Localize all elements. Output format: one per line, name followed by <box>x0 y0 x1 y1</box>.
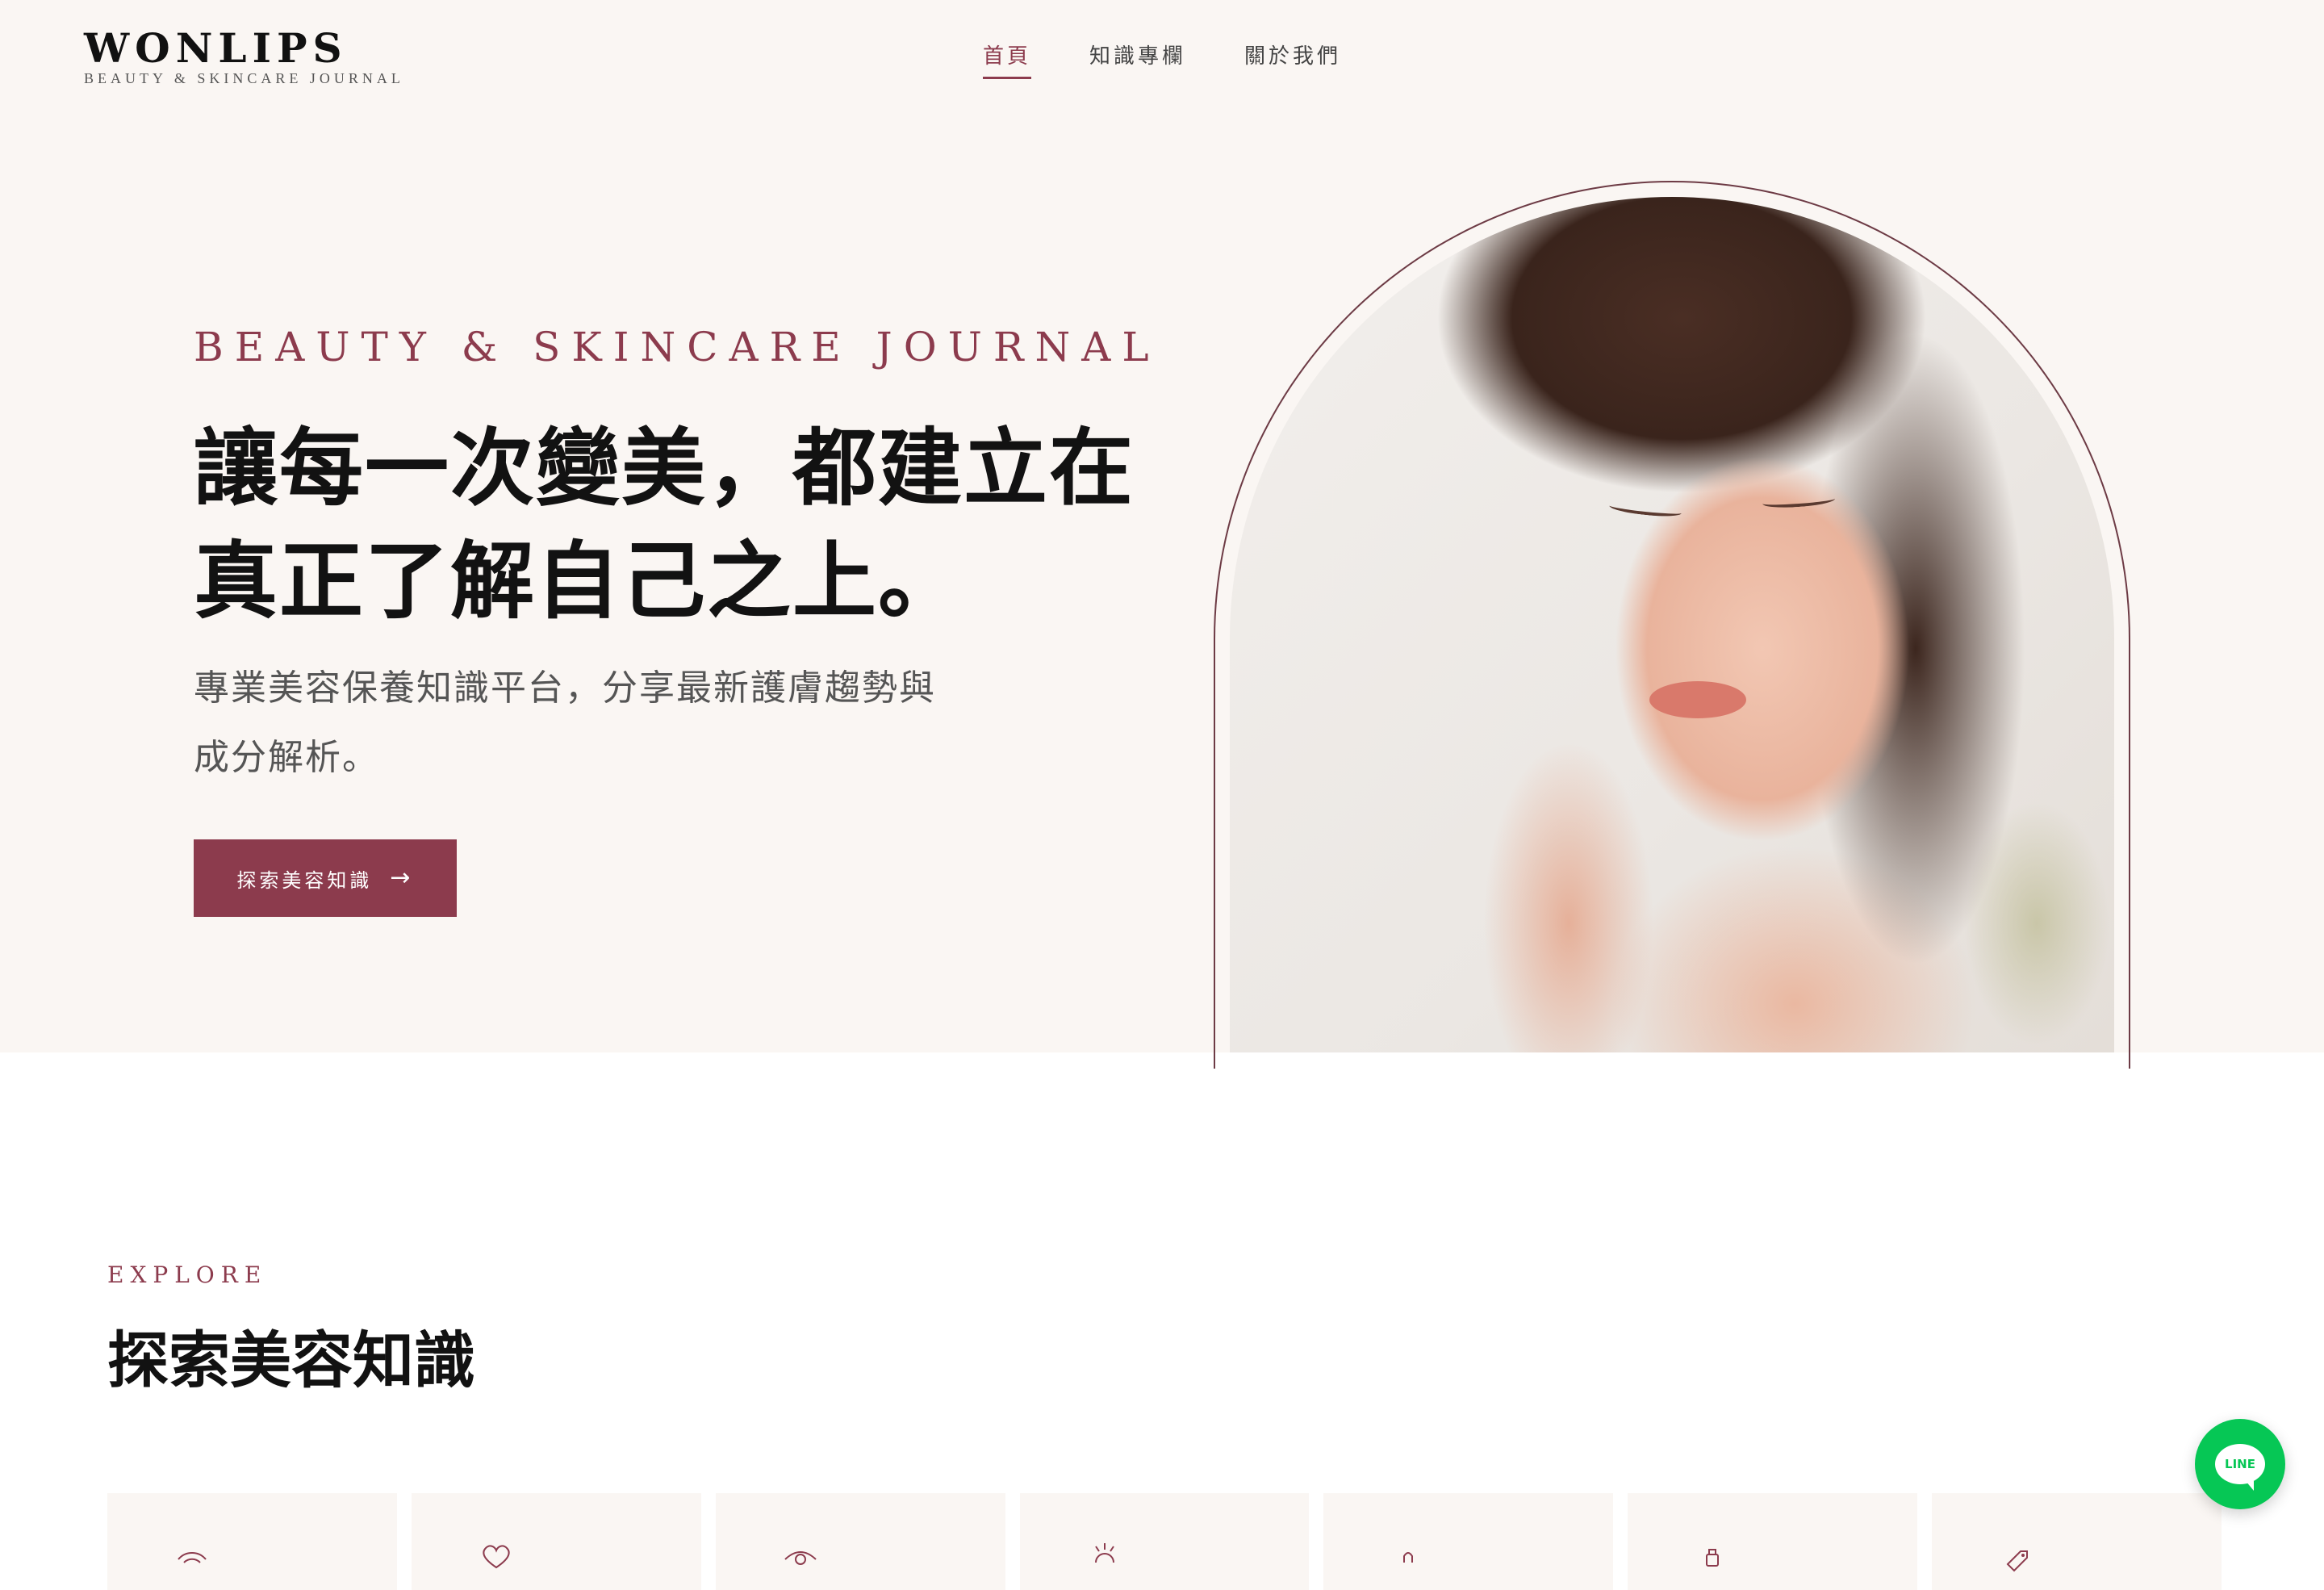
closed-eye-right <box>1762 492 1836 510</box>
nav-item-knowledge[interactable]: 知識專欄 <box>1089 39 1186 74</box>
category-card[interactable] <box>107 1493 397 1590</box>
tag-icon <box>2006 1550 2029 1572</box>
bottle-icon <box>1706 1549 1720 1567</box>
explore-title: 探索美容知識 <box>107 1324 475 1396</box>
hero-image <box>1230 197 2114 1052</box>
hero-subtitle: 專業美容保養知識平台，分享最新護膚趨勢與成分解析。 <box>194 667 936 778</box>
hero-headline-line2: 真正了解自己之上。 <box>194 531 964 630</box>
heart-icon <box>483 1545 510 1569</box>
dropper-icon <box>1403 1552 1414 1563</box>
wifi-arc-icon <box>178 1551 207 1563</box>
category-card[interactable] <box>715 1493 1005 1590</box>
explore-knowledge-button-label: 探索美容知識 <box>236 868 373 892</box>
category-card[interactable] <box>411 1493 701 1590</box>
line-chat-button[interactable]: LINE <box>2195 1419 2285 1509</box>
logo-tagline: BEAUTY & SKINCARE JOURNAL <box>84 70 404 86</box>
hero-headline-line1: 讓每一次變美，都建立在 <box>194 418 1135 517</box>
arrow-right-icon: → <box>390 864 414 892</box>
hero-eyebrow: BEAUTY & SKINCARE JOURNAL <box>194 324 1160 370</box>
nav-item-home[interactable]: 首頁 <box>983 39 1032 79</box>
nav-item-about[interactable]: 關於我們 <box>1244 39 1341 74</box>
lips <box>1649 681 1746 718</box>
explore-eyebrow: EXPLORE <box>107 1262 268 1288</box>
logo-wordmark[interactable]: WONLIPS <box>84 24 348 73</box>
line-chat-label: LINE <box>2225 1457 2255 1471</box>
hero-section: BEAUTY & SKINCARE JOURNAL 讓每一次變美，都建立在 真正… <box>0 121 2324 1069</box>
sun-rays-icon <box>1094 1543 1114 1563</box>
eye-icon <box>784 1551 817 1565</box>
category-cards <box>107 1493 2222 1590</box>
explore-knowledge-button[interactable]: 探索美容知識 → <box>194 839 457 917</box>
hero-headline: 讓每一次變美，都建立在 真正了解自己之上。 <box>194 412 1178 638</box>
category-card[interactable] <box>1019 1493 1310 1590</box>
closed-eye-left <box>1608 500 1682 519</box>
category-card[interactable] <box>1628 1493 1918 1590</box>
category-card[interactable] <box>1323 1493 1614 1590</box>
category-card[interactable] <box>1932 1493 2222 1590</box>
line-chat-icon: LINE <box>2215 1444 2265 1491</box>
main-nav: 首頁 知識專欄 關於我們 <box>983 39 1341 79</box>
site-header: WONLIPS BEAUTY & SKINCARE JOURNAL 首頁 知識專… <box>0 0 2324 121</box>
